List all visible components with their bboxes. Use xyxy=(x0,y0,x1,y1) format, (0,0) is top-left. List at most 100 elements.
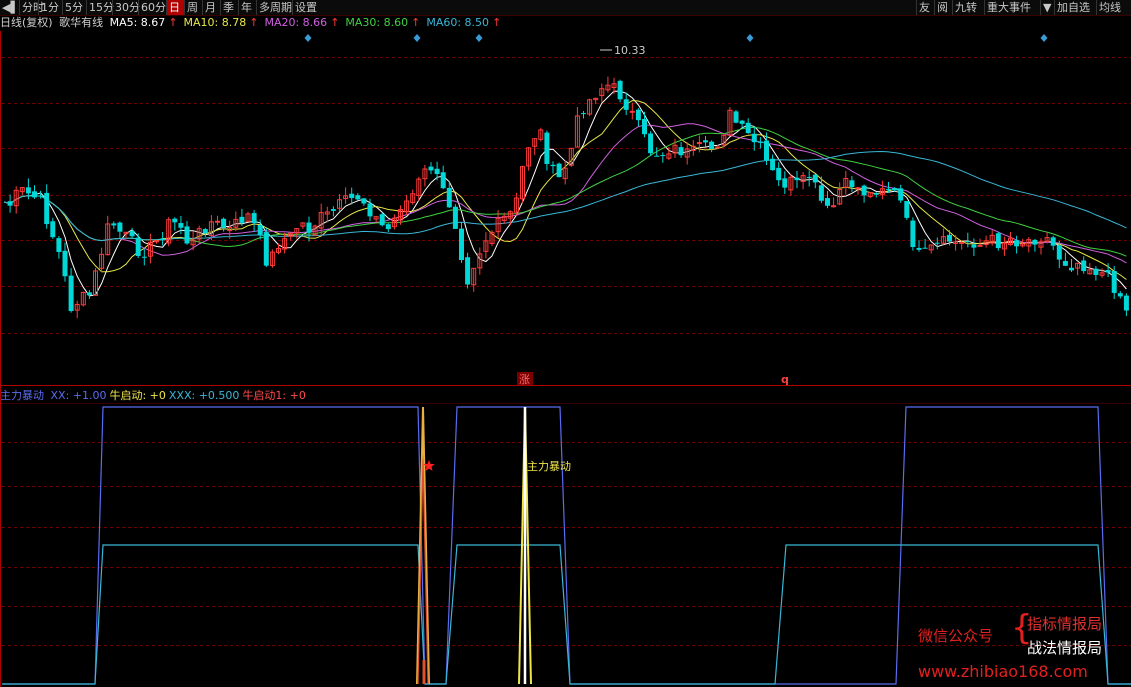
candle-body xyxy=(160,238,166,241)
candle-body xyxy=(794,177,800,181)
indicator-annotation: 主力暴动 xyxy=(527,460,571,473)
candle-body xyxy=(678,147,684,156)
candle-body xyxy=(117,222,123,232)
candle-body xyxy=(44,192,50,225)
candle-body xyxy=(330,209,336,211)
candle-body xyxy=(971,244,977,248)
candle-body xyxy=(367,203,373,217)
candle-body xyxy=(965,241,971,243)
candle-body xyxy=(141,256,147,258)
candle-body xyxy=(904,201,910,218)
candle-body xyxy=(172,218,178,223)
candle-body xyxy=(959,241,965,244)
candle-body xyxy=(1123,295,1129,311)
event-diamond-icon xyxy=(746,34,754,42)
candle-body xyxy=(556,163,562,178)
candle-body xyxy=(68,275,74,312)
candle-body xyxy=(1069,267,1074,271)
candle-body xyxy=(38,195,44,197)
candle-body xyxy=(1117,293,1123,297)
candle-body xyxy=(349,193,355,199)
candle-body xyxy=(764,140,769,161)
candle-body xyxy=(1093,268,1099,275)
candle-body xyxy=(1014,240,1020,247)
candle-body xyxy=(1111,270,1117,293)
candle-body xyxy=(861,185,867,196)
candle-body xyxy=(257,225,263,235)
candle-body xyxy=(825,198,830,206)
candle-body xyxy=(361,198,367,204)
candle-body xyxy=(434,168,440,175)
candle-body xyxy=(184,226,190,244)
candle-body xyxy=(855,187,861,190)
candle-body xyxy=(642,118,647,135)
candle-body xyxy=(452,206,458,229)
candle-body xyxy=(178,223,184,228)
candle-body xyxy=(782,178,788,188)
zhang-signal: 涨 xyxy=(519,373,530,386)
candlesticks xyxy=(7,76,1129,319)
candle-body xyxy=(544,132,550,164)
candle-body xyxy=(898,188,904,201)
candle-body xyxy=(1056,245,1062,260)
candle-body xyxy=(733,111,739,123)
candle-body xyxy=(818,185,824,201)
candle-body xyxy=(995,233,1001,249)
candle-body xyxy=(739,120,745,124)
candle-body xyxy=(617,80,623,100)
candle-body xyxy=(215,220,220,223)
candle-body xyxy=(459,228,464,261)
candle-body xyxy=(696,142,702,145)
ma-line xyxy=(3,90,1127,297)
candle-body xyxy=(465,257,471,285)
candle-body xyxy=(757,141,763,143)
candle-body xyxy=(916,247,922,250)
candle-body xyxy=(892,188,898,191)
event-diamond-icon xyxy=(475,34,483,42)
candle-body xyxy=(379,214,385,226)
candle-body xyxy=(1062,260,1068,266)
candle-body xyxy=(709,141,715,149)
candle-body xyxy=(1050,237,1056,246)
candle-body xyxy=(355,195,361,200)
candle-body xyxy=(111,223,117,226)
candle-body xyxy=(922,247,928,249)
candle-body xyxy=(306,222,312,233)
candle-body xyxy=(648,133,654,154)
candle-body xyxy=(660,155,666,157)
candle-body xyxy=(263,232,269,266)
candle-body xyxy=(849,180,855,188)
high-price-label: 10.33 xyxy=(614,44,646,57)
candle-body xyxy=(947,234,952,242)
candle-body xyxy=(32,191,37,198)
candle-body xyxy=(886,188,891,190)
candle-body xyxy=(910,220,916,248)
candle-body xyxy=(776,167,782,181)
ma-line xyxy=(3,126,1127,257)
candle-body xyxy=(385,224,391,230)
candle-body xyxy=(25,187,31,194)
wechat-label: 微信公众号 xyxy=(918,627,994,645)
brand-line2: 战法情报局 xyxy=(1027,639,1103,657)
event-markers xyxy=(304,34,1048,42)
brand-line1: 指标情报局 xyxy=(1027,615,1103,633)
candle-body xyxy=(7,201,13,206)
candle-body xyxy=(1105,270,1111,273)
kline-chart[interactable]: 10.33 涨 q 主力暴动 xyxy=(0,0,1131,687)
chart-labels: 10.33 涨 q 主力暴动 xyxy=(517,44,789,473)
candle-body xyxy=(446,187,452,208)
candle-body xyxy=(770,158,776,171)
candle-body xyxy=(86,292,92,296)
event-diamond-icon xyxy=(413,34,421,42)
candle-body xyxy=(629,110,635,113)
candle-body xyxy=(56,238,62,252)
candle-body xyxy=(812,174,818,183)
candle-body xyxy=(251,213,257,224)
event-diamond-icon xyxy=(1040,34,1048,42)
candle-body xyxy=(62,250,68,277)
candle-body xyxy=(806,176,812,178)
brand-url: www.zhibiao168.com xyxy=(918,662,1088,681)
moving-average-lines xyxy=(3,90,1127,297)
candle-body xyxy=(135,237,141,256)
ma-line xyxy=(3,100,1127,280)
